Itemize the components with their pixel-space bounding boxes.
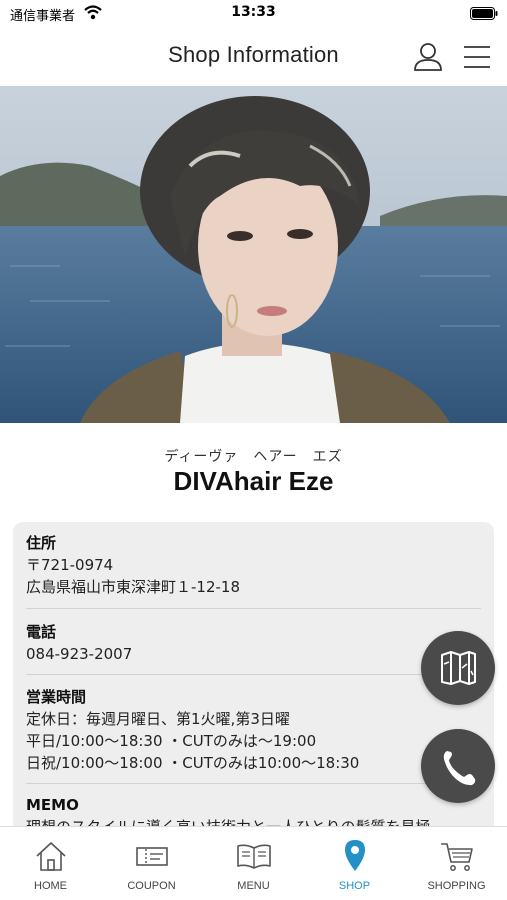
tab-home[interactable]: HOME (0, 827, 101, 900)
street-address[interactable]: 広島県福山市東深津町１-12-18 (26, 576, 481, 598)
user-icon (414, 43, 442, 71)
memo-heading: MEMO (26, 796, 79, 814)
holiday-hours: 日祝/10:00〜18:00 ・CUTのみは10:00〜18:30 (26, 754, 360, 772)
hamburger-menu-button[interactable] (459, 39, 495, 75)
hamburger-icon (464, 46, 490, 68)
tab-shop[interactable]: SHOP (304, 827, 405, 900)
coupon-icon (136, 847, 168, 866)
address-section: 住所 〒721-0974 広島県福山市東深津町１-12-18 (26, 532, 481, 598)
divider (26, 608, 481, 609)
tab-shopping[interactable]: SHOPPING (406, 827, 507, 900)
tab-label: SHOP (338, 880, 371, 892)
address-heading: 住所 (26, 534, 57, 552)
menu-book-icon (237, 844, 271, 869)
account-button[interactable] (410, 39, 446, 75)
header-bar: Shop Information (0, 28, 507, 86)
tab-coupon[interactable]: COUPON (101, 827, 202, 900)
tab-label: MENU (237, 880, 270, 892)
shopping-cart-icon (441, 843, 473, 871)
home-icon (36, 842, 66, 871)
tab-label: HOME (34, 880, 67, 892)
divider (26, 674, 481, 675)
status-bar: 通信事業者 13:33 (0, 0, 507, 28)
tab-label: COUPON (127, 880, 176, 892)
call-button[interactable] (421, 729, 495, 803)
map-icon (441, 651, 476, 685)
map-pin-icon (345, 840, 365, 871)
tab-menu[interactable]: MENU (203, 827, 304, 900)
status-time: 13:33 (231, 4, 276, 20)
phone-heading: 電話 (26, 623, 57, 641)
phone-number[interactable]: 084-923-2007 (26, 643, 481, 665)
shop-name: DIVAhair Eze (173, 466, 334, 496)
postal-code: 〒721-0974 (26, 556, 114, 574)
hours-section: 営業時間 定休日：毎週月曜日、第1火曜,第3日曜 平日/10:00〜18:30 … (26, 686, 481, 774)
tab-label: SHOPPING (427, 880, 486, 892)
map-button[interactable] (421, 631, 495, 705)
memo-section: MEMO 理想のスタイルに導く高い技術力と一人ひとりの髪質を見極 (26, 794, 481, 826)
hours-heading: 営業時間 (26, 688, 87, 706)
closed-days: 定休日：毎週月曜日、第1火曜,第3日曜 (26, 710, 290, 728)
weekday-hours: 平日/10:00〜18:30 ・CUTのみは〜19:00 (26, 732, 317, 750)
battery-icon (470, 7, 498, 20)
shop-hero-image (0, 86, 507, 423)
phone-icon (443, 751, 476, 786)
memo-text: 理想のスタイルに導く高い技術力と一人ひとりの髪質を見極 (26, 816, 481, 826)
phone-section: 電話 084-923-2007 (26, 621, 481, 665)
divider (26, 783, 481, 784)
shop-name-kana: ディーヴァ ヘアー エズ (164, 449, 343, 465)
bottom-tab-bar: HOME COUPON MENU SHOP SHOPPING (0, 826, 507, 900)
